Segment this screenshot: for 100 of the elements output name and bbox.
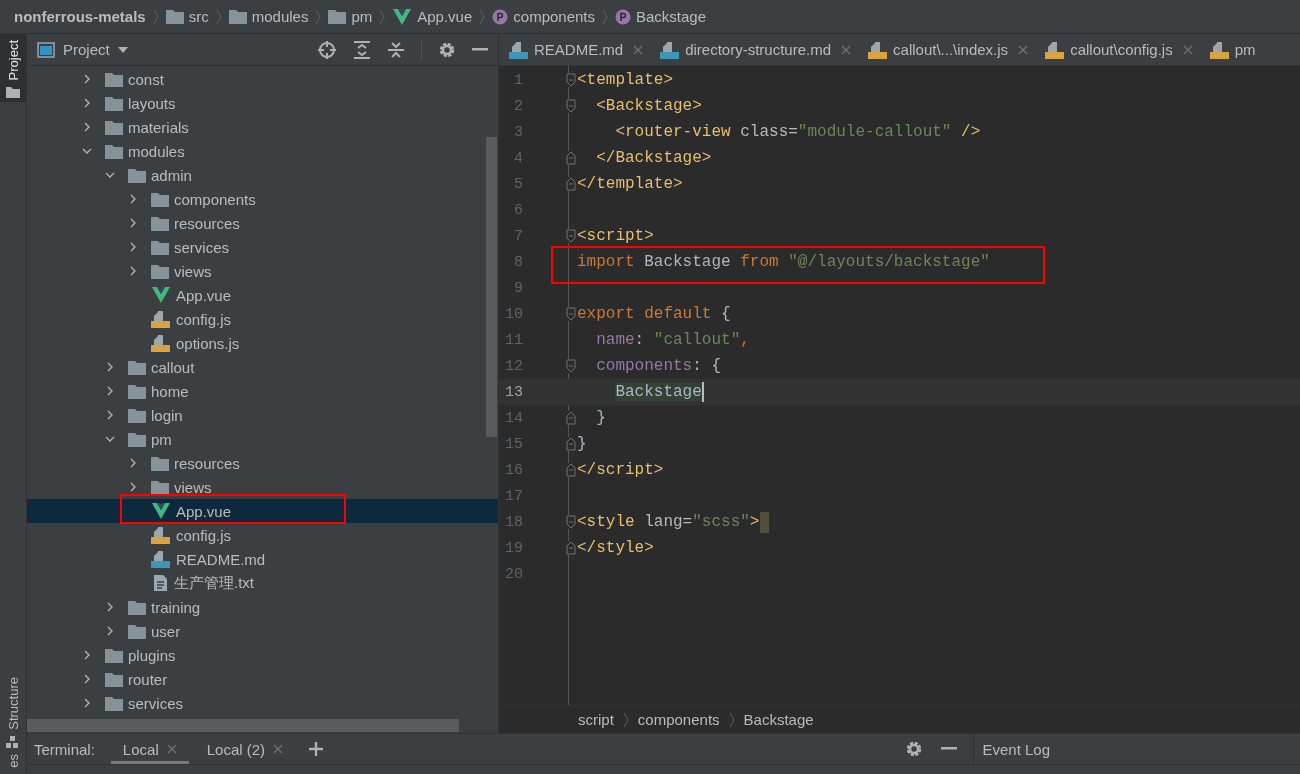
tree-item[interactable]: materials — [27, 115, 498, 139]
folder-icon — [128, 167, 146, 183]
js-file-icon — [1045, 40, 1066, 59]
tree-item[interactable]: services — [27, 235, 498, 259]
tree-item[interactable]: plugins — [27, 643, 498, 667]
tree-item[interactable]: config.js — [27, 307, 498, 331]
add-icon — [309, 742, 324, 756]
folder-icon — [151, 239, 169, 255]
folder-icon — [151, 455, 169, 471]
code-line: <style lang="scss"> — [577, 513, 760, 531]
folder-icon — [328, 9, 347, 24]
code-line: </script> — [577, 461, 664, 479]
fold-marker-icon[interactable] — [566, 177, 576, 191]
scrollbar[interactable] — [27, 719, 459, 732]
tree-item[interactable]: 生产管理.txt — [27, 571, 498, 595]
tool-window-tab[interactable]: Project — [0, 34, 26, 103]
tree-item[interactable]: App.vue — [27, 283, 498, 307]
close-icon — [841, 44, 852, 55]
fold-marker-icon[interactable] — [566, 359, 576, 373]
tree-item[interactable]: README.md — [27, 547, 498, 571]
tree-item[interactable]: pm — [27, 427, 498, 451]
folder-icon — [151, 263, 169, 279]
editor-tab[interactable]: callout\...\index.js — [868, 34, 1037, 65]
breadcrumb-item[interactable]: Backstage — [636, 8, 707, 25]
line-number: 4 — [513, 149, 523, 167]
fold-marker-icon[interactable] — [566, 307, 576, 321]
tree-item[interactable]: views — [27, 475, 498, 499]
line-number: 3 — [513, 123, 523, 141]
breadcrumb-item[interactable]: script — [578, 711, 614, 728]
breadcrumb-item[interactable]: components — [513, 8, 595, 25]
markdown-file-icon — [660, 40, 681, 59]
expand-all-icon — [353, 40, 371, 59]
separator-icon — [378, 8, 387, 25]
tree-item[interactable]: user — [27, 619, 498, 643]
terminal-tab[interactable]: Local (2) — [194, 734, 296, 764]
editor-tab[interactable]: pm — [1209, 34, 1264, 65]
panel-title[interactable]: Project — [63, 41, 110, 58]
code-line: } — [577, 435, 587, 453]
breadcrumb-item[interactable]: Backstage — [743, 711, 814, 728]
tree-item[interactable]: components — [27, 187, 498, 211]
folder-icon — [105, 71, 123, 87]
fold-marker-icon[interactable] — [566, 541, 576, 555]
fold-marker-icon[interactable] — [566, 515, 576, 529]
tree-item[interactable]: views — [27, 259, 498, 283]
breadcrumb-item[interactable]: components — [637, 711, 720, 728]
tree-item[interactable]: layouts — [27, 91, 498, 115]
breadcrumb-item[interactable]: src — [188, 8, 209, 25]
vue-file-icon — [151, 502, 171, 520]
settings-icon — [905, 740, 924, 758]
scrollbar[interactable] — [486, 137, 497, 437]
breadcrumb-item[interactable]: App.vue — [417, 8, 473, 25]
markdown-file-icon — [151, 550, 171, 568]
tree-item[interactable]: admin — [27, 163, 498, 187]
code-line: </Backstage> — [595, 149, 712, 167]
tree-item[interactable]: home — [27, 379, 498, 403]
folder-icon — [151, 479, 169, 495]
terminal-tab[interactable]: Local — [110, 734, 189, 764]
folder-icon — [228, 9, 247, 24]
tree-item[interactable]: login — [27, 403, 498, 427]
tree-item[interactable]: options.js — [27, 331, 498, 355]
code-line: export default { — [577, 305, 731, 323]
fold-marker-icon[interactable] — [566, 437, 576, 451]
tree-item[interactable]: const — [27, 67, 498, 91]
tree-item[interactable]: modules — [27, 139, 498, 163]
minimize-icon — [941, 747, 958, 751]
dropdown-caret-icon — [117, 46, 128, 53]
tree-item[interactable]: services — [27, 691, 498, 715]
line-number: 15 — [504, 435, 523, 453]
code-line: </style> — [577, 539, 654, 557]
folder-icon — [128, 431, 146, 447]
tool-window-tab[interactable]: es — [0, 754, 26, 774]
line-number: 5 — [513, 175, 523, 193]
code-line: <router-view class="module-callout" /> — [614, 123, 981, 141]
fold-marker-icon[interactable] — [566, 73, 576, 87]
fold-marker-icon[interactable] — [566, 99, 576, 113]
vue-file-icon — [151, 286, 171, 304]
tool-window-tab[interactable]: Structure — [0, 671, 26, 754]
breadcrumb-item[interactable]: modules — [251, 8, 309, 25]
js-file-icon — [868, 40, 889, 59]
fold-marker-icon[interactable] — [566, 463, 576, 477]
tree-item[interactable]: App.vue — [27, 499, 498, 523]
code-line: </template> — [577, 175, 683, 193]
tree-item[interactable]: resources — [27, 451, 498, 475]
fold-marker-icon[interactable] — [566, 411, 576, 425]
separator-icon — [621, 711, 630, 728]
tree-item[interactable]: training — [27, 595, 498, 619]
breadcrumb-item[interactable]: pm — [351, 8, 373, 25]
folder-icon — [105, 647, 123, 663]
editor-tab[interactable]: README.md — [509, 34, 652, 65]
tree-item[interactable]: router — [27, 667, 498, 691]
fold-marker-icon[interactable] — [566, 229, 576, 243]
property-icon — [492, 8, 509, 25]
tree-item[interactable]: resources — [27, 211, 498, 235]
tree-item[interactable]: callout — [27, 355, 498, 379]
fold-marker-icon[interactable] — [566, 151, 576, 165]
code-line: <script> — [577, 227, 654, 245]
tree-item[interactable]: config.js — [27, 523, 498, 547]
breadcrumb-item[interactable]: nonferrous-metals — [14, 8, 146, 25]
editor-tab[interactable]: callout\config.js — [1045, 34, 1201, 65]
editor-tab[interactable]: directory-structure.md — [660, 34, 860, 65]
